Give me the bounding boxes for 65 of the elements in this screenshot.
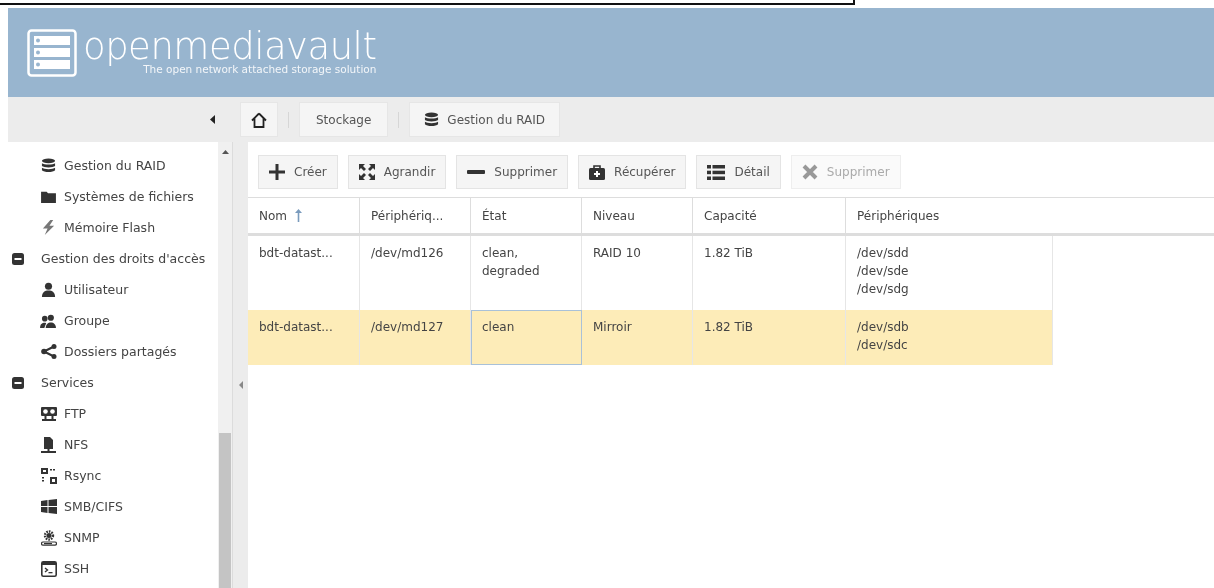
table-cell: clean, degraded <box>471 236 582 310</box>
list-icon <box>707 164 726 180</box>
table-cell: bdt-datast... <box>248 310 360 365</box>
sidebar-item[interactable]: Groupe <box>8 305 218 336</box>
sidebar-item[interactable]: SSH <box>8 553 218 584</box>
database-icon <box>424 112 440 127</box>
sort-arrow-icon <box>295 209 302 222</box>
sidebar-item[interactable]: Dossiers partagés <box>8 336 218 367</box>
scroll-up-icon[interactable] <box>221 150 229 154</box>
sidebar-item[interactable]: SNMP <box>8 522 218 553</box>
collapse-icon[interactable] <box>12 252 24 265</box>
column-header[interactable]: Niveau <box>582 198 693 233</box>
network-icon <box>40 467 57 484</box>
column-header[interactable]: État <box>471 198 582 233</box>
scrollbar-thumb[interactable] <box>219 433 231 588</box>
sidebar-item[interactable]: SMB/CIFS <box>8 491 218 522</box>
table-cell: /dev/sdb /dev/sdc <box>846 310 1053 365</box>
breadcrumb-item[interactable]: Stockage <box>299 102 389 137</box>
toolbar-button[interactable]: Créer <box>258 155 338 189</box>
expand-icon <box>358 164 375 180</box>
server-icon <box>27 28 77 77</box>
breadcrumb-item[interactable]: Gestion du RAID <box>409 102 560 137</box>
table-row[interactable]: bdt-datast... /dev/md127 clean Mirroir 1.82 TiB /dev/sdb /dev/sdc <box>248 310 1053 365</box>
scrollbar[interactable] <box>218 142 232 588</box>
group-icon <box>40 313 57 328</box>
sidebar-item[interactable]: Rsync <box>8 460 218 491</box>
gear-icon <box>40 529 57 546</box>
column-header[interactable]: Capacité <box>693 198 846 233</box>
plus-icon <box>269 164 285 180</box>
sidebar-group-label: Services <box>41 375 94 390</box>
sidebar-item[interactable]: NFS <box>8 429 218 460</box>
lightning-icon <box>41 220 56 235</box>
table-cell: clean <box>471 310 582 365</box>
sidebar-item[interactable]: Utilisateur <box>8 274 218 305</box>
close-icon <box>801 164 818 180</box>
table-cell: Mirroir <box>582 310 693 365</box>
home-icon <box>251 111 267 128</box>
minus-icon <box>467 170 486 174</box>
windows-icon <box>40 499 57 514</box>
toolbar-button[interactable]: Détail <box>696 155 781 189</box>
monitors-icon <box>40 406 57 421</box>
column-header[interactable]: Périphériques <box>846 198 1214 233</box>
database-icon <box>41 158 56 173</box>
toolbar-button[interactable]: Supprimer <box>456 155 569 189</box>
medical-kit-icon <box>589 164 606 180</box>
column-header[interactable]: Nom <box>248 198 360 233</box>
toolbar-button[interactable]: Agrandir <box>347 155 447 189</box>
file-icon <box>41 436 56 453</box>
collapse-arrow-icon[interactable] <box>210 115 215 124</box>
sidebar-group-label: Gestion des droits d'accès <box>41 251 206 266</box>
toolbar-button[interactable]: Récupérer <box>578 155 687 189</box>
sidebar-item[interactable]: Gestion du RAID <box>8 150 218 181</box>
share-icon <box>40 344 57 359</box>
table-cell: 1.82 TiB <box>693 310 846 365</box>
home-button[interactable] <box>240 102 278 137</box>
splitter-arrow-icon[interactable] <box>238 381 243 389</box>
sidebar-item[interactable]: FTP <box>8 398 218 429</box>
sidebar-item[interactable]: Systèmes de fichiers <box>8 181 218 212</box>
column-header[interactable]: Périphériq... <box>360 198 471 233</box>
table-cell: /dev/md127 <box>360 310 471 365</box>
folder-icon <box>41 190 56 203</box>
user-icon <box>41 282 56 297</box>
collapse-icon[interactable] <box>12 376 24 389</box>
sidebar-item[interactable]: Mémoire Flash <box>8 212 218 243</box>
terminal-icon <box>40 560 57 577</box>
